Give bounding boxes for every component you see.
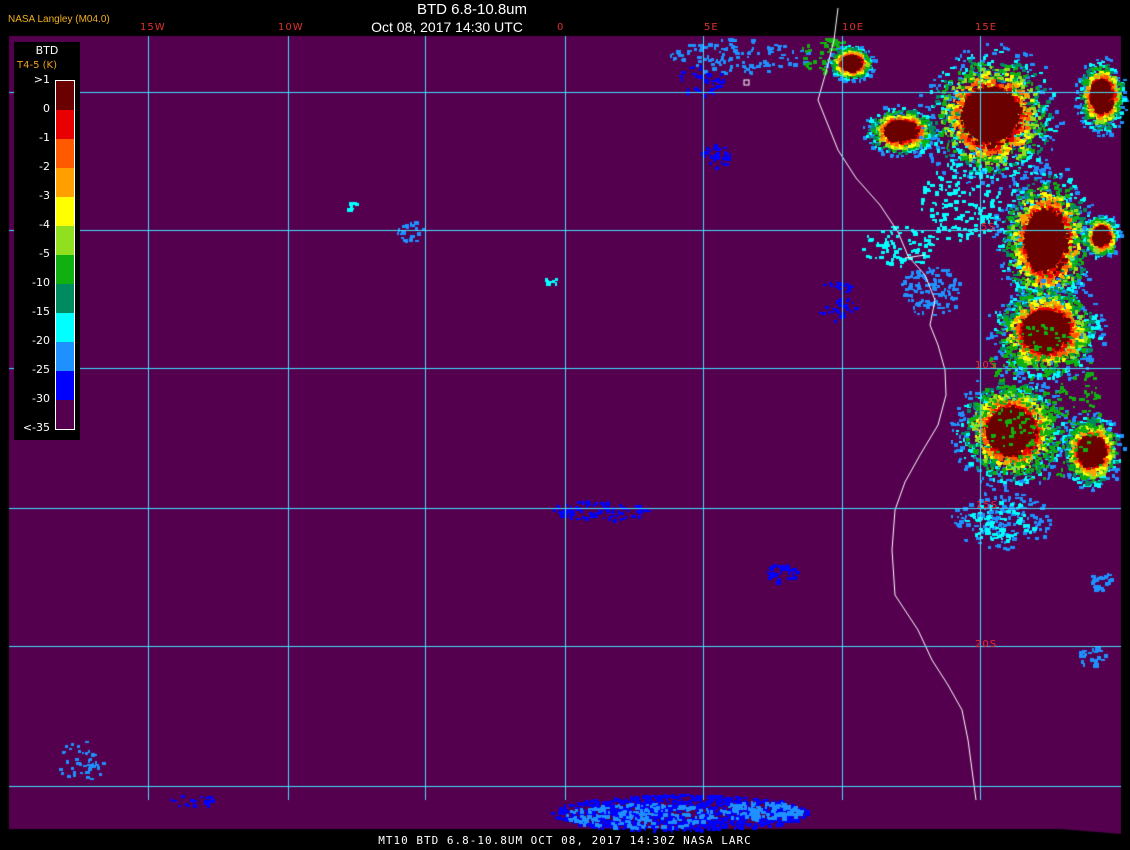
legend-label: -3	[39, 189, 50, 202]
footer-caption: MT10 BTD 6.8-10.8UM OCT 08, 2017 14:30Z …	[378, 834, 752, 847]
legend-label: -4	[39, 218, 50, 231]
lat-label-20s: 20S	[975, 639, 998, 650]
lon-label-15e: 15E	[975, 22, 998, 33]
legend-label: -20	[32, 334, 50, 347]
legend-title: BTD	[35, 44, 59, 57]
lon-label-15w: 15W	[140, 22, 166, 33]
legend-label: -15	[32, 305, 50, 318]
map-title: BTD 6.8-10.8um	[416, 1, 528, 18]
legend-label: -5	[39, 247, 50, 260]
lat-label-15s: 15S	[976, 500, 999, 511]
lon-label-0: 0	[557, 22, 565, 33]
lat-label-5s: 5S	[981, 222, 996, 233]
lon-label-10w: 10W	[278, 22, 304, 33]
legend-label: 0	[43, 102, 50, 115]
legend-label: -2	[39, 160, 50, 173]
producer-label: NASA Langley (M04.0)	[8, 14, 110, 25]
legend-frame	[55, 80, 75, 430]
legend-label: -1	[39, 131, 50, 144]
lon-label-10e: 10E	[842, 22, 865, 33]
satellite-map	[0, 0, 1130, 850]
lat-label-10s: 10S	[975, 360, 998, 371]
legend-label: -30	[32, 392, 50, 405]
map-timestamp: Oct 08, 2017 14:30 UTC	[371, 19, 523, 35]
color-legend: BTD T4-5 (K) >1 0 -1 -2 -3 -4 -5 -10 -15 -20 -25 -3…	[14, 42, 80, 440]
legend-label: >1	[33, 73, 50, 86]
legend-label: -10	[32, 276, 50, 289]
lon-label-5e: 5E	[704, 22, 719, 33]
legend-label: -25	[32, 363, 50, 376]
legend-subtitle: T4-5 (K)	[17, 60, 57, 71]
legend-label: <-35	[22, 421, 50, 434]
